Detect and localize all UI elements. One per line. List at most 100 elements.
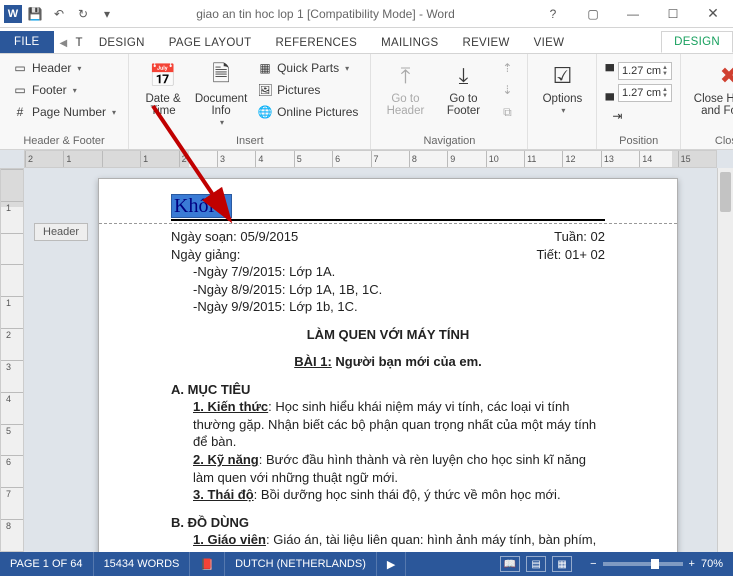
vertical-ruler[interactable]: 112345678: [0, 168, 24, 552]
sched-1: -Ngày 7/9/2015: Lớp 1A.: [171, 263, 605, 281]
minimize-button[interactable]: —: [613, 0, 653, 28]
close-button[interactable]: ✕: [693, 0, 733, 28]
macro-icon: ▶: [387, 558, 395, 571]
next-button[interactable]: ⇣: [495, 80, 519, 100]
tab-references[interactable]: REFERENCES: [264, 33, 370, 53]
group-label-nav: Navigation: [379, 135, 519, 149]
goto-footer-button[interactable]: ⤓ Go to Footer: [437, 58, 489, 135]
zoom-value[interactable]: 70%: [701, 558, 723, 570]
header-pos-icon: ▀: [605, 64, 614, 78]
group-navigation: ⤒ Go to Header ⤓ Go to Footer ⇡ ⇣ ⧉ Navi…: [371, 54, 528, 149]
footer-dropdown[interactable]: ▭Footer▾: [8, 80, 120, 100]
group-label-hf: Header & Footer: [8, 135, 120, 149]
zoom-control[interactable]: − + 70%: [580, 558, 733, 570]
group-label-position: Position: [605, 135, 672, 149]
tab-page-layout[interactable]: PAGE LAYOUT: [157, 33, 264, 53]
date-time-button[interactable]: 📅 Date & Time: [137, 58, 189, 135]
footer-from-bottom[interactable]: ▄ 1.27 cm▲▼: [605, 84, 672, 102]
view-read-icon[interactable]: 📖: [500, 556, 520, 572]
save-button[interactable]: 💾: [24, 3, 46, 25]
zoom-slider[interactable]: [603, 562, 683, 566]
calendar-clock-icon: 📅: [147, 60, 179, 92]
header-icon: ▭: [12, 60, 28, 76]
footer-icon: ▭: [12, 82, 28, 98]
qat-customize[interactable]: ▾: [96, 3, 118, 25]
quick-parts-icon: ▦: [257, 60, 273, 76]
goto-header-button[interactable]: ⤒ Go to Header: [379, 58, 431, 135]
document-info-button[interactable]: 🗎 Document Info▾: [195, 58, 247, 135]
proofing-icon: 📕: [200, 558, 214, 571]
workspace: 21123456789101112131415 112345678 Header…: [0, 150, 733, 552]
document-page[interactable]: Khối 1 Ngày soạn: 05/9/2015 Tuần: 02 Ngà…: [98, 178, 678, 552]
group-label-insert: Insert: [137, 135, 362, 149]
undo-button[interactable]: ↶: [48, 3, 70, 25]
tab-file[interactable]: FILE: [0, 31, 54, 53]
header-selected-text[interactable]: Khối 1: [171, 194, 232, 218]
tab-design[interactable]: DESIGN: [87, 33, 157, 53]
status-page[interactable]: PAGE 1 OF 64: [0, 552, 94, 576]
group-label-close: Close: [689, 135, 733, 149]
view-print-icon[interactable]: ▤: [526, 556, 546, 572]
maximize-button[interactable]: ☐: [653, 0, 693, 28]
horizontal-ruler[interactable]: 21123456789101112131415: [24, 150, 717, 168]
insert-align-tab[interactable]: ⇥: [605, 106, 672, 126]
next-icon: ⇣: [499, 82, 515, 98]
sec-a: A. MỤC TIÊU: [171, 382, 250, 397]
online-pictures-button[interactable]: 🌐Online Pictures: [253, 102, 362, 122]
link-previous-button[interactable]: ⧉: [495, 102, 519, 122]
group-header-footer: ▭Header▾ ▭Footer▾ #Page Number▾ Header &…: [0, 54, 129, 149]
scrollbar-thumb[interactable]: [720, 172, 731, 212]
header-area[interactable]: Khối 1: [99, 179, 677, 224]
header-tag: Header: [34, 224, 88, 238]
vertical-scrollbar[interactable]: [717, 168, 733, 552]
compose-date: Ngày soạn: 05/9/2015: [171, 228, 298, 246]
previous-button[interactable]: ⇡: [495, 58, 519, 78]
group-insert: 📅 Date & Time 🗎 Document Info▾ ▦Quick Pa…: [129, 54, 371, 149]
tiet: Tiết: 01+ 02: [536, 246, 605, 264]
b1: 1. Giáo viên: Giáo án, tài liệu liên qua…: [171, 531, 605, 552]
view-web-icon[interactable]: ▦: [552, 556, 572, 572]
teach-date: Ngày giảng:: [171, 246, 240, 264]
footer-bottom-value: 1.27 cm: [622, 87, 661, 99]
ribbon-display-icon[interactable]: ▢: [573, 0, 613, 28]
close-header-footer-button[interactable]: ✖ Close Header and Footer: [689, 58, 733, 135]
view-buttons: 📖 ▤ ▦: [492, 556, 580, 572]
status-proofing[interactable]: 📕: [190, 552, 225, 576]
a2: 2. Kỹ năng: Bước đầu hình thành và rèn l…: [171, 451, 605, 486]
redo-button[interactable]: ↻: [72, 3, 94, 25]
tab-review[interactable]: REVIEW: [450, 33, 521, 53]
pictures-icon: 🖼: [257, 82, 273, 98]
footer-pos-icon: ▄: [605, 86, 614, 100]
header-from-top[interactable]: ▀ 1.27 cm▲▼: [605, 62, 672, 80]
tab-view[interactable]: VIEW: [522, 33, 577, 53]
prev-icon: ⇡: [499, 60, 515, 76]
status-macro[interactable]: ▶: [377, 552, 406, 576]
ribbon: ▭Header▾ ▭Footer▾ #Page Number▾ Header &…: [0, 54, 733, 150]
a1: 1. Kiến thức: Học sinh hiểu khái niệm má…: [171, 398, 605, 451]
title-bar: W 💾 ↶ ↻ ▾ giao an tin hoc lop 1 [Compati…: [0, 0, 733, 28]
doc-info-icon: 🗎: [205, 60, 237, 92]
close-x-icon: ✖: [713, 60, 733, 92]
options-button[interactable]: ☑ Options▾: [536, 58, 588, 147]
group-label-options: [536, 147, 588, 149]
quick-parts-button[interactable]: ▦Quick Parts▾: [253, 58, 362, 78]
page-number-dropdown[interactable]: #Page Number▾: [8, 102, 120, 122]
goto-footer-icon: ⤓: [447, 60, 479, 92]
tab-partial[interactable]: T: [74, 33, 87, 53]
zoom-out-icon[interactable]: −: [590, 558, 596, 570]
help-icon[interactable]: ?: [533, 0, 573, 28]
link-icon: ⧉: [499, 104, 515, 120]
tuan: Tuần: 02: [554, 228, 605, 246]
tab-scroll-left[interactable]: ◀: [54, 34, 74, 53]
pictures-button[interactable]: 🖼Pictures: [253, 80, 362, 100]
doc-title-2: BÀI 1: Người bạn mới của em.: [171, 353, 605, 371]
header-dropdown[interactable]: ▭Header▾: [8, 58, 120, 78]
status-words[interactable]: 15434 WORDS: [94, 552, 191, 576]
goto-header-icon: ⤒: [389, 60, 421, 92]
group-close: ✖ Close Header and Footer Close: [681, 54, 733, 149]
status-language[interactable]: DUTCH (NETHERLANDS): [225, 552, 377, 576]
tab-header-footer-design[interactable]: DESIGN: [661, 31, 733, 53]
tab-mailings[interactable]: MAILINGS: [369, 33, 450, 53]
status-bar: PAGE 1 OF 64 15434 WORDS 📕 DUTCH (NETHER…: [0, 552, 733, 576]
zoom-in-icon[interactable]: +: [689, 558, 695, 570]
